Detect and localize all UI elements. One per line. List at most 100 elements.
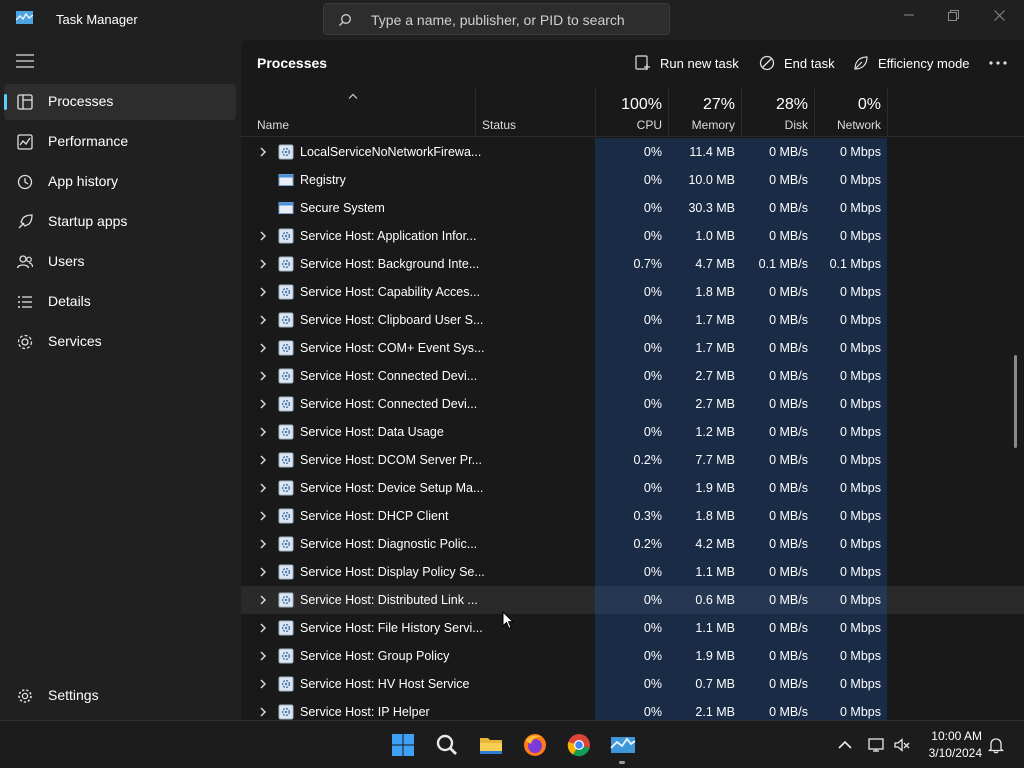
run-new-task-label: Run new task xyxy=(660,55,739,71)
process-memory-value: 2.1 MB xyxy=(695,705,735,719)
sidebar-item-app-history[interactable]: App history xyxy=(4,164,236,200)
table-row[interactable]: Service Host: Display Policy Se... 0% 1.1 … xyxy=(241,558,1024,586)
process-cpu-value: 0% xyxy=(643,369,662,383)
chevron-right-icon[interactable] xyxy=(259,679,267,689)
sidebar-item-performance[interactable]: Performance xyxy=(4,124,236,160)
table-row[interactable]: Service Host: Data Usage 0% 1.2 MB 0 MB/s 0 … xyxy=(241,418,1024,446)
table-row[interactable]: Service Host: Connected Devi... 0% 2.7 MB 0… xyxy=(241,390,1024,418)
table-row[interactable]: Service Host: Diagnostic Polic... 0.2% 4.2… xyxy=(241,530,1024,558)
column-header-name[interactable]: Name xyxy=(257,118,289,132)
table-row[interactable]: Service Host: COM+ Event Sys... 0% 1.7 MB 0… xyxy=(241,334,1024,362)
end-task-button[interactable]: End task xyxy=(759,52,835,74)
task-manager-icon[interactable] xyxy=(609,731,637,759)
chevron-right-icon[interactable] xyxy=(259,707,267,717)
table-row[interactable]: Secure System 0% 30.3 MB 0 MB/s 0 Mbps xyxy=(241,194,1024,222)
chrome-icon[interactable] xyxy=(565,731,593,759)
process-memory-value: 1.9 MB xyxy=(695,649,735,663)
sidebar-item-settings[interactable]: Settings xyxy=(4,678,236,714)
table-row[interactable]: Service Host: DHCP Client 0.3% 1.8 MB 0 MB/… xyxy=(241,502,1024,530)
service-host-icon xyxy=(278,228,294,244)
process-name: Service Host: HV Host Service xyxy=(300,677,470,691)
table-row[interactable]: Service Host: Application Infor... 0% 1.0 … xyxy=(241,222,1024,250)
notification-bell-icon[interactable] xyxy=(987,736,1005,754)
minimize-icon xyxy=(904,14,914,16)
search-input[interactable]: Type a name, publisher, or PID to search xyxy=(323,3,670,35)
chevron-right-icon[interactable] xyxy=(259,315,267,325)
chevron-right-icon[interactable] xyxy=(259,455,267,465)
process-network-value: 0 Mbps xyxy=(840,145,881,159)
start-icon[interactable] xyxy=(389,731,417,759)
chevron-right-icon[interactable] xyxy=(259,343,267,353)
table-row[interactable]: Service Host: Connected Devi... 0% 2.7 MB 0… xyxy=(241,362,1024,390)
table-row[interactable]: Service Host: HV Host Service 0% 0.7 MB 0 M… xyxy=(241,670,1024,698)
vertical-scrollbar[interactable] xyxy=(1014,355,1017,448)
process-disk-value: 0 MB/s xyxy=(769,229,808,243)
process-memory-value: 1.1 MB xyxy=(695,565,735,579)
process-cpu-value: 0% xyxy=(643,145,662,159)
sidebar-item-details[interactable]: Details xyxy=(4,284,236,320)
chevron-right-icon[interactable] xyxy=(259,231,267,241)
process-network-value: 0 Mbps xyxy=(840,173,881,187)
table-row[interactable]: Service Host: Distributed Link ... 0% 0.6 … xyxy=(241,586,1024,614)
search-icon[interactable] xyxy=(433,731,461,759)
chevron-right-icon[interactable] xyxy=(259,371,267,381)
chevron-up-icon[interactable] xyxy=(836,736,854,754)
chevron-right-icon[interactable] xyxy=(259,511,267,521)
processes-icon xyxy=(17,94,33,110)
chevron-right-icon[interactable] xyxy=(259,567,267,577)
chevron-right-icon[interactable] xyxy=(259,259,267,269)
clock-time[interactable]: 10:00 AM xyxy=(918,729,982,743)
column-divider[interactable] xyxy=(475,87,476,137)
chevron-right-icon[interactable] xyxy=(259,623,267,633)
table-row[interactable]: Registry 0% 10.0 MB 0 MB/s 0 Mbps xyxy=(241,166,1024,194)
chevron-right-icon[interactable] xyxy=(259,427,267,437)
run-new-task-button[interactable]: Run new task xyxy=(635,52,739,74)
table-row[interactable]: Service Host: IP Helper 0% 2.1 MB 0 MB/s 0 M… xyxy=(241,698,1024,720)
maximize-button[interactable] xyxy=(930,0,976,30)
process-network-value: 0 Mbps xyxy=(840,341,881,355)
chevron-right-icon[interactable] xyxy=(259,147,267,157)
chevron-right-icon[interactable] xyxy=(259,539,267,549)
volume-muted-icon[interactable] xyxy=(893,736,911,754)
column-header-status[interactable]: Status xyxy=(482,118,516,132)
chevron-right-icon[interactable] xyxy=(259,595,267,605)
table-row[interactable]: LocalServiceNoNetworkFirewa... 0% 11.4 MB 0… xyxy=(241,138,1024,166)
process-disk-value: 0 MB/s xyxy=(769,649,808,663)
sidebar-item-services[interactable]: Services xyxy=(4,324,236,360)
sidebar-item-users[interactable]: Users xyxy=(4,244,236,280)
table-row[interactable]: Service Host: Capability Acces... 0% 1.8 M… xyxy=(241,278,1024,306)
firefox-icon[interactable] xyxy=(521,731,549,759)
process-disk-value: 0 MB/s xyxy=(769,593,808,607)
process-disk-value: 0 MB/s xyxy=(769,621,808,635)
process-network-value: 0 Mbps xyxy=(840,649,881,663)
clock-date[interactable]: 3/10/2024 xyxy=(918,746,982,760)
table-row[interactable]: Service Host: Background Inte... 0.7% 4.7 … xyxy=(241,250,1024,278)
efficiency-mode-button[interactable]: Efficiency mode xyxy=(853,52,970,74)
table-row[interactable]: Service Host: DCOM Server Pr... 0.2% 7.7 M… xyxy=(241,446,1024,474)
chevron-right-icon[interactable] xyxy=(259,399,267,409)
chevron-right-icon[interactable] xyxy=(259,651,267,661)
table-row[interactable]: Service Host: File History Servi... 0% 1.1… xyxy=(241,614,1024,642)
sidebar-item-processes[interactable]: Processes xyxy=(4,84,236,120)
minimize-button[interactable] xyxy=(886,0,932,30)
more-options-icon[interactable] xyxy=(987,53,1009,73)
table-row[interactable]: Service Host: Clipboard User S... 0% 1.7 M… xyxy=(241,306,1024,334)
table-row[interactable]: Service Host: Group Policy 0% 1.9 MB 0 MB/s… xyxy=(241,642,1024,670)
close-button[interactable] xyxy=(976,0,1022,30)
chevron-right-icon[interactable] xyxy=(259,287,267,297)
process-network-value: 0 Mbps xyxy=(840,621,881,635)
process-memory-value: 1.2 MB xyxy=(695,425,735,439)
process-disk-value: 0 MB/s xyxy=(769,173,808,187)
service-host-icon xyxy=(278,592,294,608)
sidebar-item-label: Startup apps xyxy=(48,213,128,229)
chevron-right-icon[interactable] xyxy=(259,483,267,493)
column-divider[interactable] xyxy=(887,87,888,137)
file-explorer-icon[interactable] xyxy=(477,731,505,759)
table-row[interactable]: Service Host: Device Setup Ma... 0% 1.9 MB… xyxy=(241,474,1024,502)
service-host-icon xyxy=(278,704,294,720)
process-disk-value: 0 MB/s xyxy=(769,677,808,691)
network-icon[interactable] xyxy=(867,736,885,754)
process-network-value: 0 Mbps xyxy=(840,425,881,439)
sidebar-item-startup-apps[interactable]: Startup apps xyxy=(4,204,236,240)
hamburger-menu-icon[interactable] xyxy=(16,54,34,68)
